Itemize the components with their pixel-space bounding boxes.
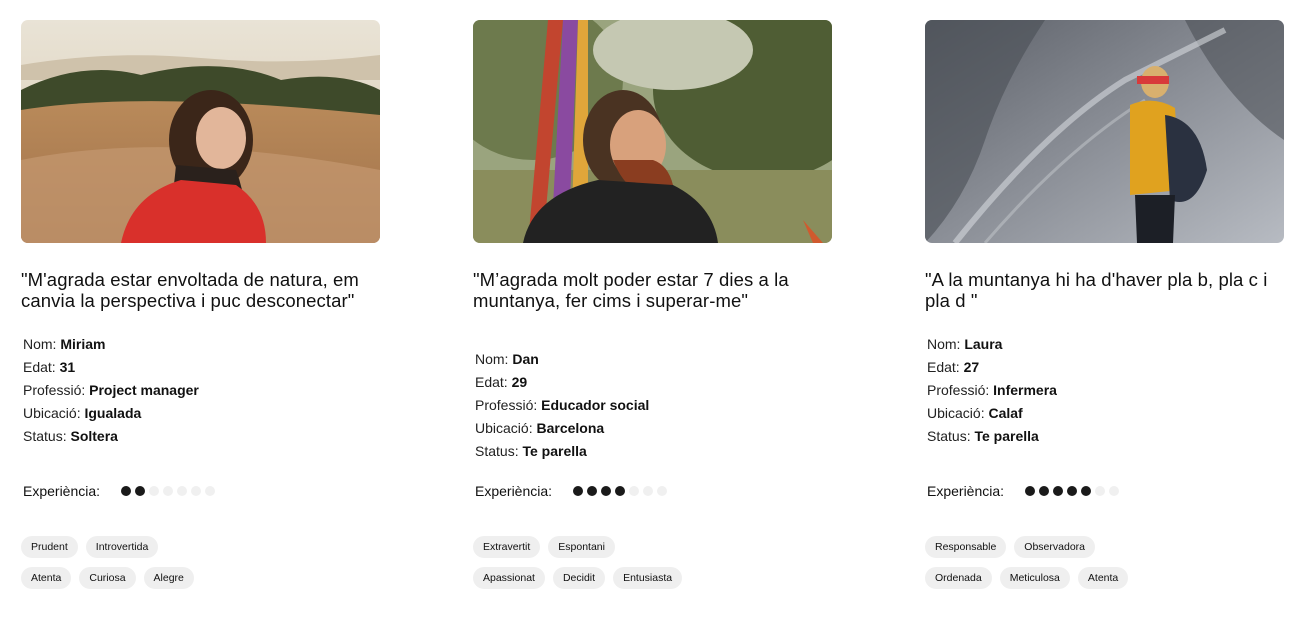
experience-dot-filled	[1067, 486, 1077, 496]
persona-photo	[925, 20, 1284, 243]
trait-tag: Meticulosa	[999, 567, 1070, 589]
trait-tag: Curiosa	[79, 567, 136, 589]
experience-dot-filled	[1081, 486, 1091, 496]
trait-tag: Apassionat	[473, 567, 545, 589]
experience-dot-empty	[1109, 486, 1119, 496]
experience-dot-empty	[205, 486, 215, 496]
trait-tag: Ordenada	[925, 567, 992, 589]
experience-dot-empty	[629, 486, 639, 496]
experience-dot-empty	[149, 486, 159, 496]
persona-info: Nom: Dan Edat: 29 Professió: Educador so…	[475, 348, 825, 463]
age-row: Edat: 27	[927, 359, 980, 375]
trait-tag: Extravertit	[473, 536, 541, 558]
trait-tag: Responsable	[925, 536, 1007, 558]
experience-label: Experiència:	[475, 483, 553, 499]
persona-photo	[21, 20, 380, 243]
persona-photo	[473, 20, 832, 243]
trait-tag: Espontani	[548, 536, 615, 558]
name-row: Nom: Laura	[927, 336, 1003, 352]
persona-tags: Prudent Introvertida Atenta Curiosa Aleg…	[21, 536, 380, 598]
age-row: Edat: 29	[475, 374, 528, 390]
profession-row: Professió: Project manager	[23, 382, 199, 398]
experience-dot-filled	[587, 486, 597, 496]
experience-dot-filled	[1053, 486, 1063, 496]
persona-info: Nom: Laura Edat: 27 Professió: Infermera…	[927, 333, 1277, 448]
profession-row: Professió: Educador social	[475, 397, 650, 413]
persona-card-laura: "A la muntanya hi ha d'haver pla b, pla …	[925, 20, 1284, 589]
experience-meter: Experiència:	[927, 483, 1119, 499]
experience-dot-filled	[1039, 486, 1049, 496]
experience-label: Experiència:	[927, 483, 1005, 499]
experience-dot-empty	[1095, 486, 1105, 496]
experience-dot-empty	[163, 486, 173, 496]
name-row: Nom: Miriam	[23, 336, 106, 352]
trait-tag: Atenta	[1077, 567, 1129, 589]
experience-dots	[1025, 486, 1119, 496]
experience-meter: Experiència:	[475, 483, 667, 499]
experience-dot-empty	[177, 486, 187, 496]
location-row: Ubicació: Igualada	[23, 405, 142, 421]
trait-tag: Atenta	[21, 567, 72, 589]
persona-quote: "M’agrada molt poder estar 7 dies a la m…	[473, 269, 789, 311]
trait-tag: Entusiasta	[613, 567, 683, 589]
trait-tag: Observadora	[1014, 536, 1095, 558]
experience-dot-filled	[1025, 486, 1035, 496]
persona-quote: "M'agrada estar envoltada de natura, em …	[21, 269, 359, 311]
profession-row: Professió: Infermera	[927, 382, 1057, 398]
location-row: Ubicació: Calaf	[927, 405, 1023, 421]
experience-dots	[573, 486, 667, 496]
trait-tag: Alegre	[143, 567, 194, 589]
experience-meter: Experiència:	[23, 483, 215, 499]
experience-label: Experiència:	[23, 483, 101, 499]
experience-dot-filled	[573, 486, 583, 496]
persona-card-dan: "M’agrada molt poder estar 7 dies a la m…	[473, 20, 832, 589]
experience-dot-filled	[601, 486, 611, 496]
experience-dot-empty	[643, 486, 653, 496]
experience-dots	[121, 486, 215, 496]
persona-quote: "A la muntanya hi ha d'haver pla b, pla …	[925, 269, 1268, 311]
location-row: Ubicació: Barcelona	[475, 420, 605, 436]
trait-tag: Prudent	[21, 536, 78, 558]
status-row: Status: Te parella	[475, 443, 587, 459]
experience-dot-filled	[121, 486, 131, 496]
trait-tag: Introvertida	[85, 536, 159, 558]
persona-tags: Extravertit Espontani Apassionat Decidit…	[473, 536, 832, 598]
persona-tags: Responsable Observadora Ordenada Meticul…	[925, 536, 1284, 598]
experience-dot-empty	[657, 486, 667, 496]
experience-dot-empty	[191, 486, 201, 496]
status-row: Status: Te parella	[927, 428, 1039, 444]
status-row: Status: Soltera	[23, 428, 118, 444]
persona-card-miriam: "M'agrada estar envoltada de natura, em …	[21, 20, 380, 589]
trait-tag: Decidit	[552, 567, 606, 589]
persona-info: Nom: Miriam Edat: 31 Professió: Project …	[23, 333, 373, 448]
name-row: Nom: Dan	[475, 351, 539, 367]
experience-dot-filled	[135, 486, 145, 496]
experience-dot-filled	[615, 486, 625, 496]
age-row: Edat: 31	[23, 359, 76, 375]
